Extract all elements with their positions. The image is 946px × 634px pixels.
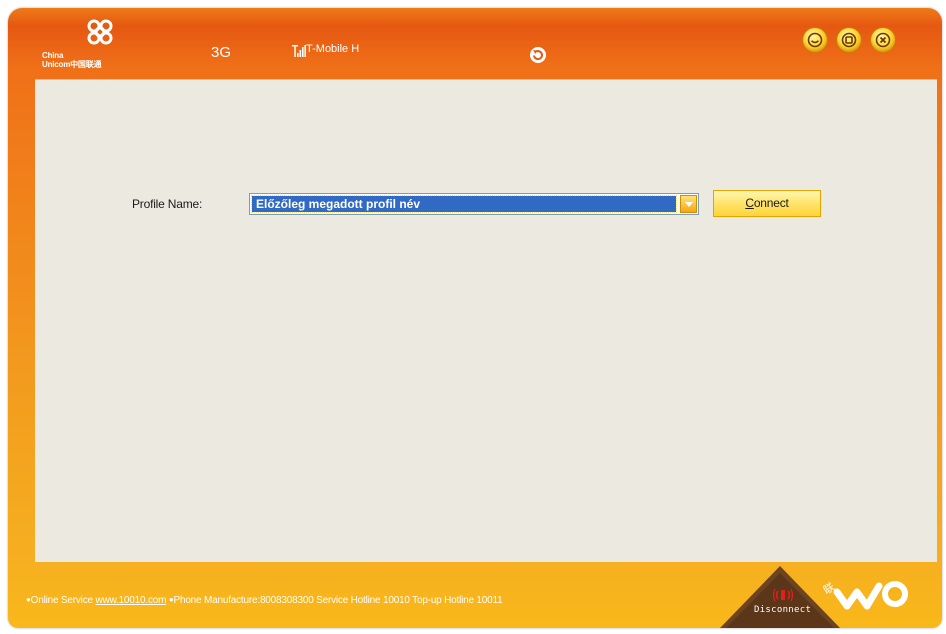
wo-logo: 联: [823, 580, 908, 610]
close-icon: [875, 32, 891, 48]
brand-line-2: Unicom中国联通: [42, 60, 102, 69]
connect-button[interactable]: Connect: [713, 190, 821, 217]
unicom-knot-icon: [87, 19, 113, 45]
minimize-icon: [807, 32, 823, 48]
network-type: 3G: [211, 44, 232, 61]
dropdown-toggle[interactable]: [680, 195, 697, 213]
restore-button[interactable]: [837, 28, 861, 52]
minimize-button[interactable]: [803, 28, 827, 52]
chevron-down-icon: [685, 202, 693, 207]
disconnect-button[interactable]: Disconnect: [720, 562, 840, 628]
main-panel: Profile Name: Előzőleg megadott profil n…: [35, 79, 937, 562]
footer-bar: ●Online Service www.10010.com ●Phone Man…: [8, 562, 942, 628]
connect-mnemonic: C: [745, 196, 754, 210]
refresh-icon[interactable]: [529, 46, 547, 64]
brand-line-1: China: [42, 51, 64, 60]
restore-icon: [841, 32, 857, 48]
carrier-name: T-Mobile H: [306, 43, 360, 55]
profile-name-dropdown[interactable]: Előzőleg megadott profil név: [249, 193, 699, 215]
footer-info: ●Online Service www.10010.com ●Phone Man…: [26, 595, 503, 606]
online-service-label: Online Service: [30, 595, 93, 606]
title-bar[interactable]: China Unicom中国联通 3G T-Mobile H: [8, 8, 942, 78]
signal-bars-icon: [292, 45, 306, 57]
connect-label: onnect: [753, 196, 789, 210]
disconnect-label: Disconnect: [754, 605, 812, 615]
app-window: China Unicom中国联通 3G T-Mobile H Profile N…: [8, 8, 942, 628]
hotline-info: Phone Manufacture:8008308300 Service Hot…: [173, 595, 503, 606]
phone-signal-icon: [773, 588, 793, 602]
website-link[interactable]: www.10010.com: [95, 595, 166, 606]
close-button[interactable]: [871, 28, 895, 52]
profile-selected-value: Előzőleg megadott profil név: [251, 195, 677, 213]
profile-name-label: Profile Name:: [132, 197, 203, 211]
china-unicom-logo: China Unicom中国联通: [42, 18, 132, 74]
